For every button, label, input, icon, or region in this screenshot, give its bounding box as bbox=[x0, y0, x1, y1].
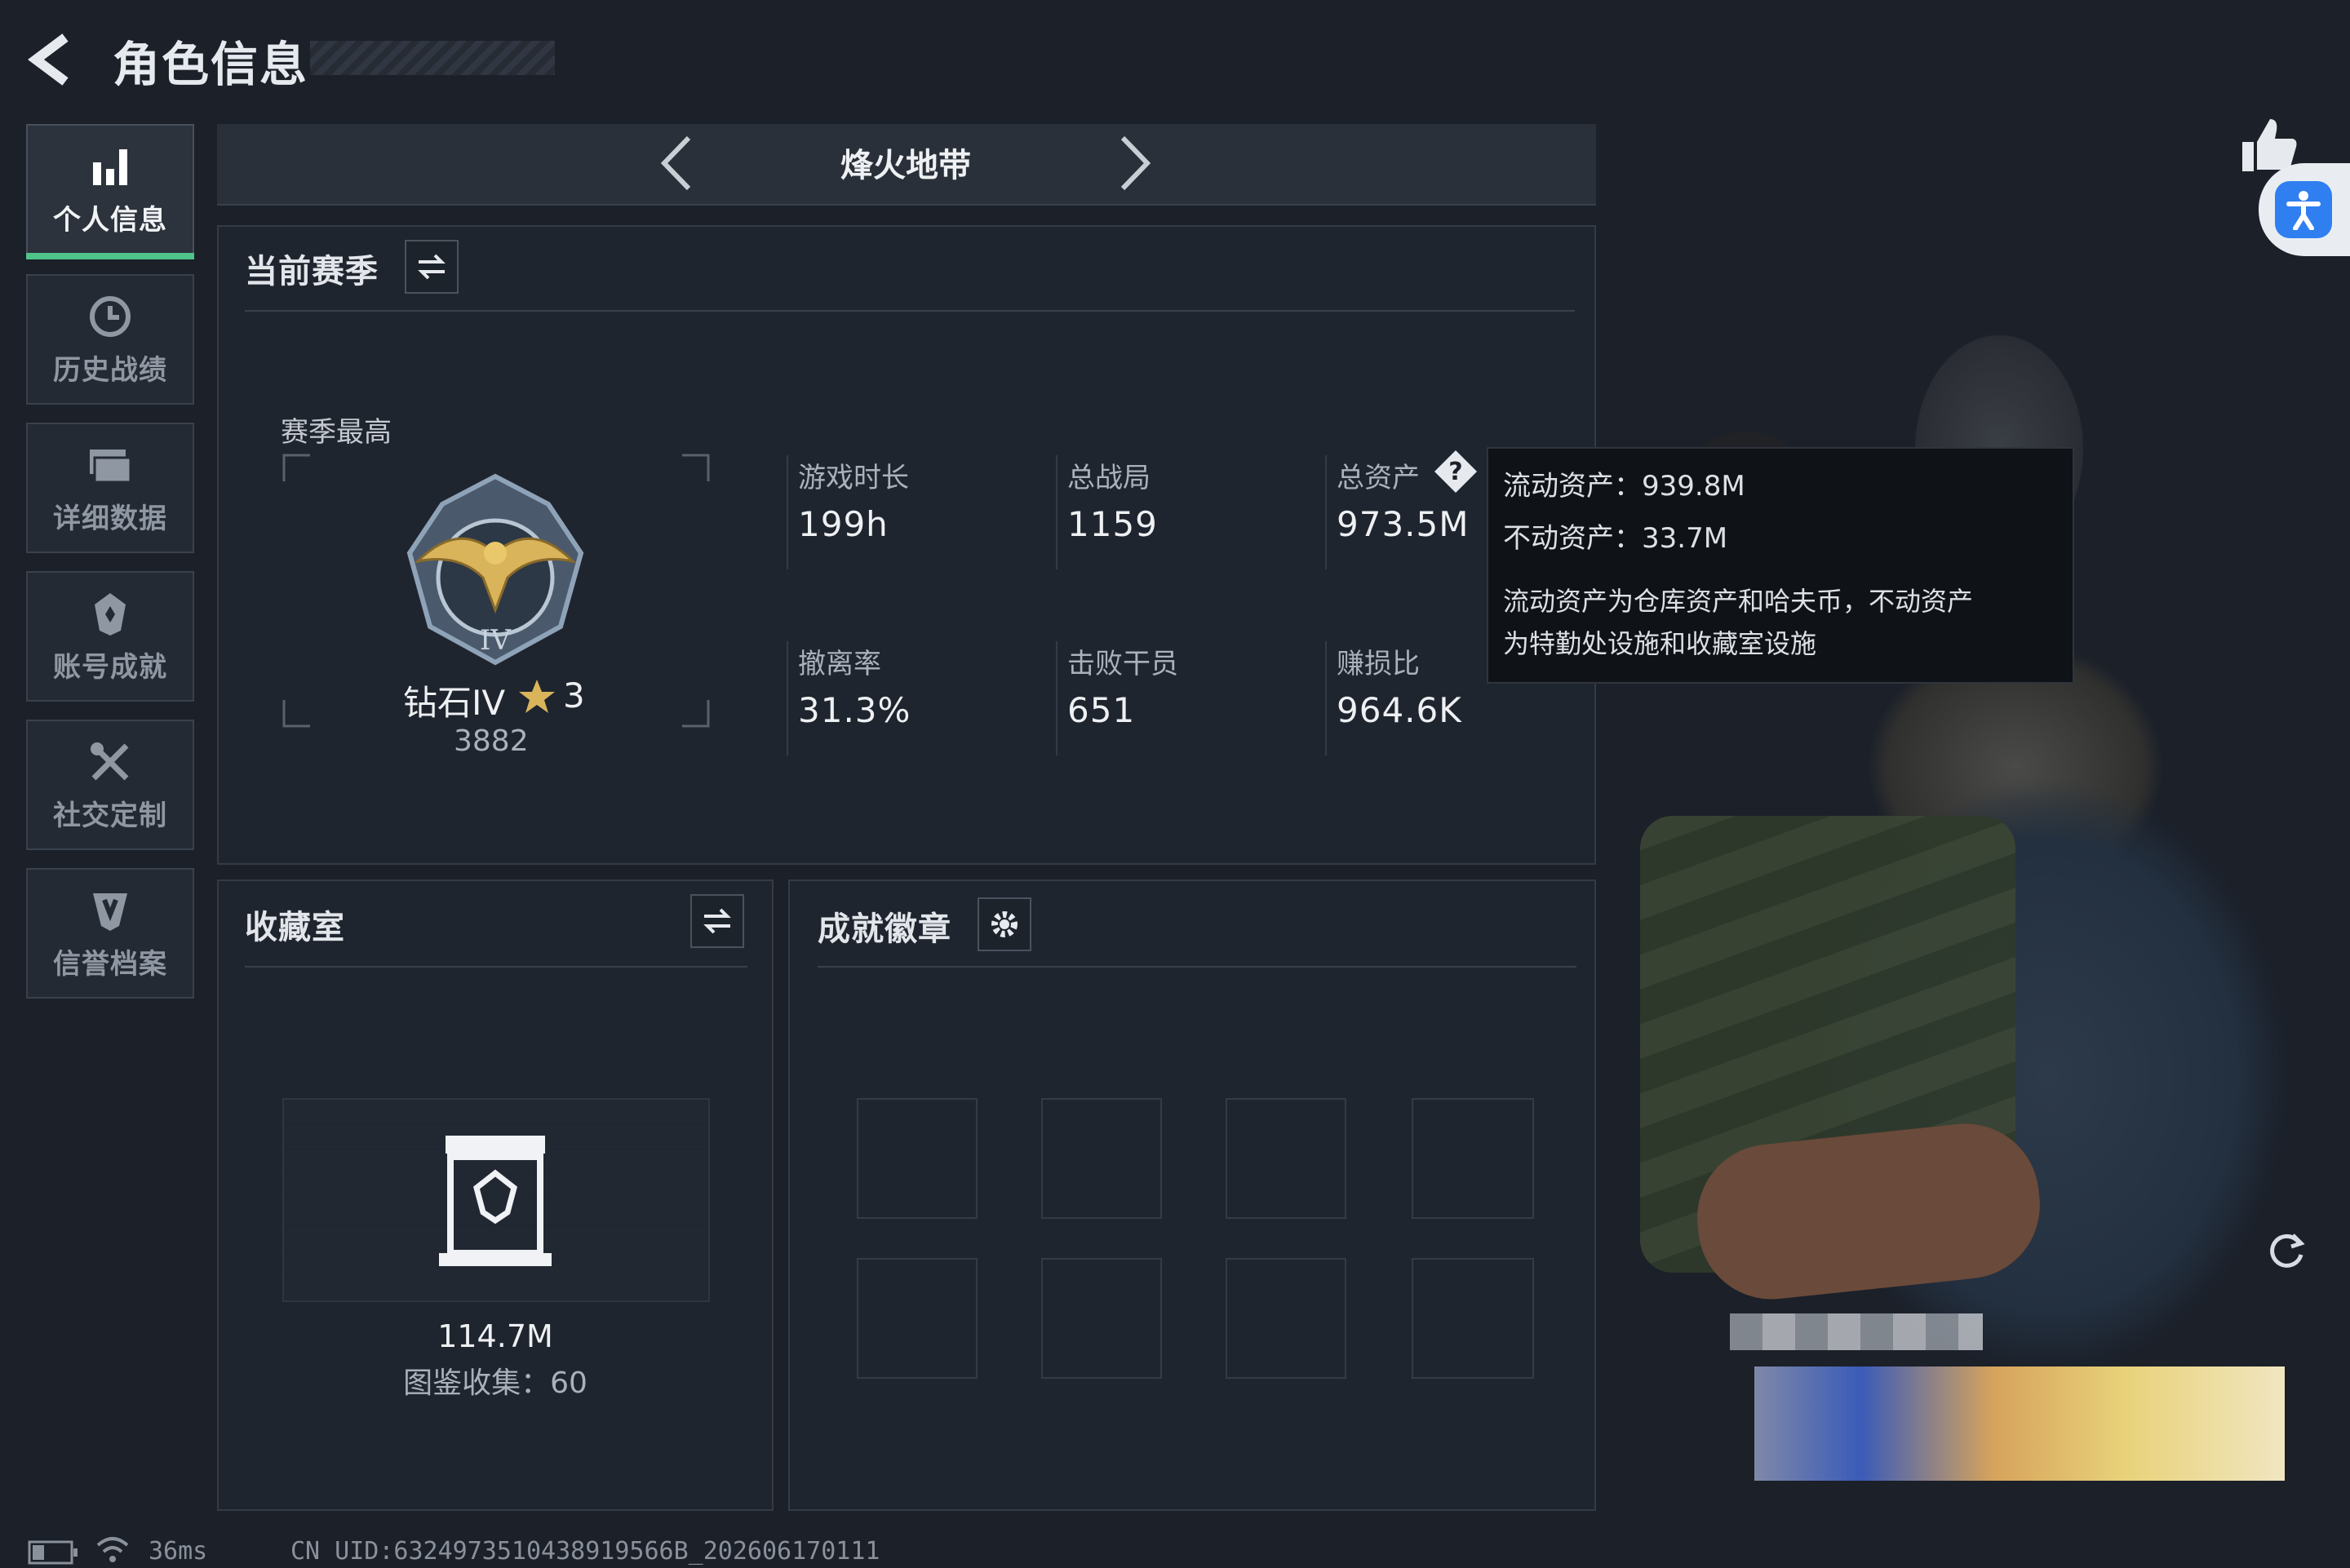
stat-value: 199h bbox=[798, 504, 889, 544]
gear-icon bbox=[991, 911, 1018, 937]
diamond-rank-emblem-icon: IV bbox=[393, 472, 597, 671]
chevron-right-icon[interactable] bbox=[1110, 135, 1159, 195]
stat-label: 总资产 bbox=[1337, 462, 1420, 494]
swap-icon bbox=[418, 254, 446, 280]
rank-stars: 3 bbox=[563, 675, 585, 715]
sidebar-item-personal-info[interactable]: 个人信息 bbox=[26, 124, 194, 259]
divider bbox=[1325, 455, 1327, 569]
tooltip-liquid-assets: 流动资产：939.8M bbox=[1503, 470, 1745, 503]
medal-icon bbox=[86, 589, 135, 638]
sidebar-item-achievements[interactable]: 账号成就 bbox=[26, 571, 194, 702]
season-panel-title: 当前赛季 bbox=[245, 253, 379, 290]
wifi-icon bbox=[95, 1534, 131, 1568]
accessibility-icon bbox=[2275, 181, 2332, 238]
folder-icon bbox=[86, 441, 135, 489]
divider bbox=[1325, 641, 1327, 755]
divider bbox=[787, 455, 788, 569]
sidebar-item-label: 账号成就 bbox=[53, 650, 167, 684]
badge-settings-button[interactable] bbox=[978, 897, 1031, 951]
star-icon bbox=[517, 677, 556, 720]
stat-value: 973.5M bbox=[1337, 504, 1470, 544]
battery-icon bbox=[28, 1540, 78, 1568]
divider bbox=[818, 966, 1576, 968]
stat-value: 651 bbox=[1067, 690, 1136, 730]
sidebar-item-label: 信誉档案 bbox=[53, 947, 167, 981]
collection-panel-title: 收藏室 bbox=[245, 909, 345, 946]
accessibility-button[interactable] bbox=[2259, 163, 2350, 256]
tooltip-description: 流动资产为仓库资产和哈夫币，不动资产 bbox=[1503, 586, 1974, 617]
stat-label: 总战局 bbox=[1067, 462, 1151, 494]
shield-badge-icon bbox=[86, 886, 135, 935]
tooltip-description: 为特勤处设施和收藏室设施 bbox=[1503, 628, 1817, 659]
page-title: 角色信息 bbox=[113, 37, 309, 92]
badge-slot[interactable] bbox=[857, 1098, 978, 1219]
player-uid: CN UID:6324973510438919566B_202606170111 bbox=[290, 1537, 880, 1566]
badge-slot[interactable] bbox=[1412, 1098, 1534, 1219]
character-artwork bbox=[1591, 245, 2350, 1566]
stat-label: 游戏时长 bbox=[798, 462, 909, 494]
blurred-name-bar bbox=[1730, 1313, 1983, 1350]
stat-value: 31.3% bbox=[798, 690, 911, 730]
collection-value: 114.7M bbox=[437, 1318, 553, 1354]
stat-label: 赚损比 bbox=[1337, 648, 1420, 680]
rank-name: 钻石IV bbox=[403, 683, 506, 723]
badge-slot[interactable] bbox=[1041, 1098, 1162, 1219]
help-icon[interactable]: ? bbox=[1433, 449, 1479, 498]
badge-slot[interactable] bbox=[1041, 1258, 1162, 1379]
divider bbox=[245, 310, 1575, 312]
display-case-icon bbox=[439, 1131, 552, 1273]
stat-value: 1159 bbox=[1067, 504, 1158, 544]
svg-text:?: ? bbox=[1448, 458, 1462, 486]
bar-chart-icon bbox=[86, 142, 135, 191]
character-banner bbox=[1754, 1366, 2285, 1481]
svg-text:IV: IV bbox=[480, 624, 512, 657]
season-best-label: 赛季最高 bbox=[281, 416, 392, 449]
rotate-icon[interactable] bbox=[2264, 1227, 2309, 1276]
divider bbox=[787, 641, 788, 755]
ping-value: 36ms bbox=[149, 1537, 208, 1566]
tools-icon bbox=[86, 737, 135, 786]
badge-slot[interactable] bbox=[1226, 1098, 1346, 1219]
collection-count: 图鉴收集：60 bbox=[403, 1366, 588, 1400]
divider bbox=[245, 966, 747, 968]
sidebar-item-label: 个人信息 bbox=[53, 203, 167, 237]
title-stripe-decoration bbox=[310, 41, 555, 75]
sidebar-item-label: 历史战绩 bbox=[53, 353, 167, 387]
stat-label: 击败干员 bbox=[1067, 648, 1178, 680]
badge-slot[interactable] bbox=[857, 1258, 978, 1379]
swap-icon bbox=[703, 908, 731, 934]
mode-name: 烽火地带 bbox=[840, 147, 971, 184]
badge-slot[interactable] bbox=[1226, 1258, 1346, 1379]
back-arrow-icon[interactable] bbox=[24, 31, 82, 88]
sidebar-item-label: 社交定制 bbox=[53, 799, 167, 832]
chevron-left-icon[interactable] bbox=[653, 135, 702, 195]
sidebar-item-detailed-data[interactable]: 详细数据 bbox=[26, 423, 194, 553]
tooltip-fixed-assets: 不动资产：33.7M bbox=[1503, 522, 1728, 555]
stat-label: 撤离率 bbox=[798, 648, 881, 680]
badge-slot[interactable] bbox=[1412, 1258, 1534, 1379]
collection-switch-button[interactable] bbox=[690, 894, 744, 948]
sidebar-item-history[interactable]: 历史战绩 bbox=[26, 274, 194, 405]
badge-panel-title: 成就徽章 bbox=[818, 910, 951, 948]
divider bbox=[1056, 455, 1058, 569]
clock-history-icon bbox=[86, 292, 135, 341]
season-switch-button[interactable] bbox=[405, 240, 459, 294]
rank-score: 3882 bbox=[454, 724, 529, 758]
stat-value: 964.6K bbox=[1337, 690, 1462, 730]
sidebar-item-social-custom[interactable]: 社交定制 bbox=[26, 720, 194, 850]
divider bbox=[1056, 641, 1058, 755]
sidebar-item-label: 详细数据 bbox=[53, 502, 167, 535]
sidebar-item-credit-record[interactable]: 信誉档案 bbox=[26, 868, 194, 999]
